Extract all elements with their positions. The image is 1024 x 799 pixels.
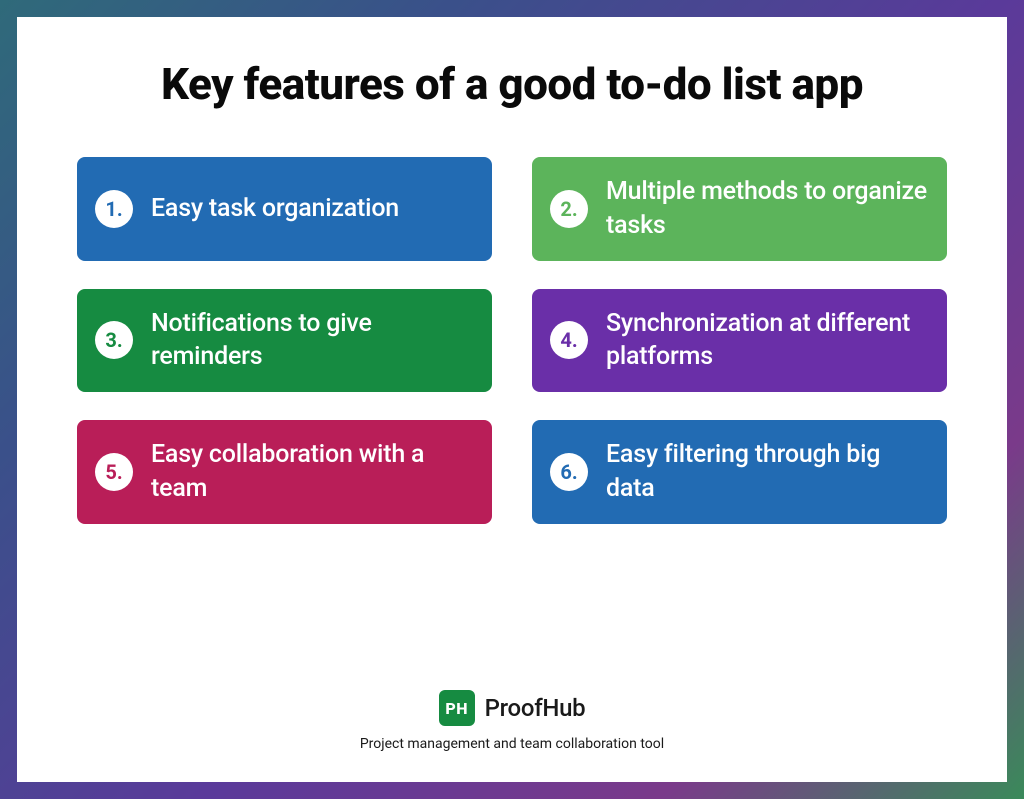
feature-label: Notifications to give reminders — [151, 307, 472, 375]
feature-number: 4. — [550, 321, 588, 359]
feature-card-6: 6. Easy filtering through big data — [532, 420, 947, 524]
feature-card-5: 5. Easy collaboration with a team — [77, 420, 492, 524]
footer: PH ProofHub Project management and team … — [77, 660, 947, 752]
brand-name: ProofHub — [485, 694, 586, 722]
feature-card-1: 1. Easy task organization — [77, 157, 492, 261]
brand-tagline: Project management and team collaboratio… — [360, 736, 664, 752]
feature-number: 3. — [95, 321, 133, 359]
feature-number: 6. — [550, 453, 588, 491]
gradient-frame: Key features of a good to-do list app 1.… — [0, 0, 1024, 799]
feature-card-3: 3. Notifications to give reminders — [77, 289, 492, 393]
feature-card-4: 4. Synchronization at different platform… — [532, 289, 947, 393]
feature-card-2: 2. Multiple methods to organize tasks — [532, 157, 947, 261]
features-grid: 1. Easy task organization 2. Multiple me… — [77, 157, 947, 524]
feature-number: 5. — [95, 453, 133, 491]
page-title: Key features of a good to-do list app — [77, 57, 947, 112]
feature-label: Multiple methods to organize tasks — [606, 175, 927, 243]
feature-label: Easy filtering through big data — [606, 438, 927, 506]
content-panel: Key features of a good to-do list app 1.… — [17, 17, 1007, 782]
brand-row: PH ProofHub — [439, 690, 586, 726]
feature-number: 2. — [550, 190, 588, 228]
feature-label: Easy collaboration with a team — [151, 438, 472, 506]
feature-label: Synchronization at different platforms — [606, 307, 927, 375]
feature-number: 1. — [95, 190, 133, 228]
feature-label: Easy task organization — [151, 192, 399, 226]
proofhub-logo-icon: PH — [439, 690, 475, 726]
